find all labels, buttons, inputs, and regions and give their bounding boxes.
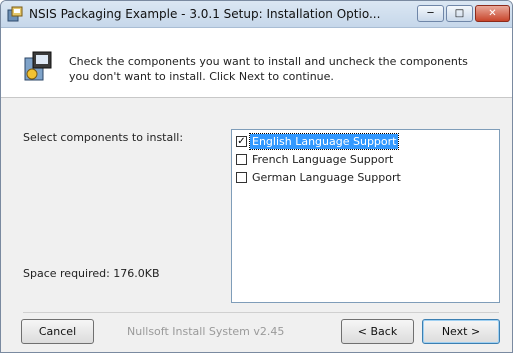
component-english[interactable]: English Language Support	[236, 132, 400, 150]
installer-icon	[7, 6, 23, 22]
component-checkbox[interactable]	[236, 135, 247, 147]
space-required-label: Space required: 176.0KB	[23, 267, 160, 280]
component-german[interactable]: German Language Support	[236, 169, 403, 185]
component-label: English Language Support	[248, 132, 400, 150]
close-icon: ✕	[488, 8, 497, 19]
window-title: NSIS Packaging Example - 3.0.1 Setup: In…	[29, 7, 381, 21]
minimize-icon: ─	[427, 8, 434, 19]
branding-text: Nullsoft Install System v2.45	[127, 325, 285, 338]
component-label: German Language Support	[252, 170, 401, 184]
cancel-button[interactable]: Cancel	[21, 319, 94, 344]
component-checkbox[interactable]	[236, 171, 247, 183]
minimize-button[interactable]: ─	[417, 5, 444, 22]
maximize-button[interactable]: □	[446, 5, 473, 22]
header-instructions: Check the components you want to install…	[69, 55, 468, 83]
component-label: French Language Support	[252, 152, 394, 166]
back-button[interactable]: < Back	[341, 319, 414, 344]
component-french[interactable]: French Language Support	[236, 151, 395, 167]
select-components-label: Select components to install:	[23, 131, 184, 144]
next-button[interactable]: Next >	[422, 319, 500, 344]
installer-components-icon	[24, 51, 52, 81]
installer-window: NSIS Packaging Example - 3.0.1 Setup: In…	[0, 0, 513, 353]
component-checkbox[interactable]	[236, 153, 247, 165]
title-bar[interactable]: NSIS Packaging Example - 3.0.1 Setup: In…	[1, 1, 512, 28]
footer-divider	[23, 312, 499, 313]
page-header: Check the components you want to install…	[1, 28, 512, 98]
close-button[interactable]: ✕	[475, 5, 510, 22]
maximize-icon: □	[454, 8, 465, 19]
components-list[interactable]: English Language Support French Language…	[231, 129, 500, 303]
